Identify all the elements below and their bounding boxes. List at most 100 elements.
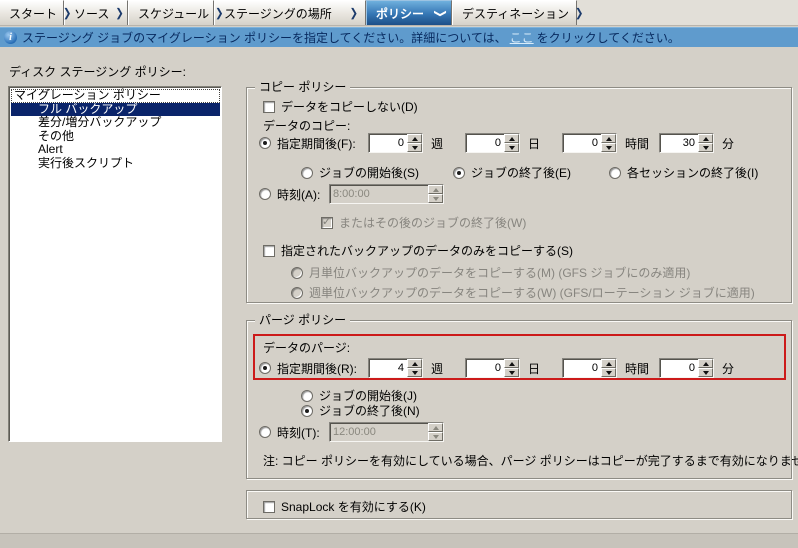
purge-policy-group-title: パージ ポリシー [255, 313, 351, 327]
copy-minutes-spinner[interactable] [659, 133, 714, 153]
spin-up-button [428, 423, 443, 432]
spin-down-button[interactable] [504, 143, 519, 152]
tab-label: スケジュール [138, 6, 210, 21]
info-text: ステージング ジョブのマイグレーション ポリシーを指定してください。詳細について… [22, 31, 507, 45]
spin-up-button[interactable] [407, 134, 422, 143]
purge-hours-input[interactable] [563, 359, 601, 377]
spin-up-button[interactable] [601, 134, 616, 143]
copy-days-spinner[interactable] [465, 133, 520, 153]
tab-staging-location[interactable]: ステージングの場所 [214, 0, 366, 25]
copy-time-field [329, 184, 444, 204]
chevron-down-icon [433, 9, 446, 17]
minutes-unit-label: 分 [722, 136, 735, 151]
copy-monthly-radio [291, 266, 303, 279]
copy-days-input[interactable] [466, 134, 504, 152]
policy-category-list: マイグレーション ポリシー フル バックアップ 差分/増分バックアップ その他 … [8, 86, 222, 442]
bottom-panel-edge [0, 533, 798, 548]
tab-label: ステージングの場所 [224, 6, 332, 21]
copy-time-input [330, 185, 428, 203]
list-item-post-script[interactable]: 実行後スクリプト [11, 156, 220, 171]
purge-at-time-label: 時刻(T): [277, 425, 320, 440]
purge-days-spinner[interactable] [465, 358, 520, 378]
list-item-alert[interactable]: Alert [11, 143, 220, 157]
copy-after-job-end-radio[interactable] [453, 166, 465, 179]
no-copy-checkbox[interactable] [263, 100, 275, 113]
spin-down-button[interactable] [407, 143, 422, 152]
days-unit-label: 日 [528, 361, 541, 376]
spin-up-button[interactable] [504, 134, 519, 143]
purge-days-input[interactable] [466, 359, 504, 377]
copy-weeks-spinner[interactable] [368, 133, 423, 153]
spin-down-button[interactable] [601, 368, 616, 377]
purge-policy-group: パージ ポリシー データのパージ: 指定期間後(R): 週 日 時間 [246, 313, 798, 479]
tab-policy[interactable]: ポリシー [366, 0, 452, 25]
list-item-diff-incr-backup[interactable]: 差分/増分バックアップ [11, 116, 220, 130]
copy-at-time-radio[interactable] [259, 188, 271, 200]
next-arrow-icon [575, 7, 583, 20]
spin-up-button[interactable] [698, 359, 713, 368]
purge-time-input [330, 423, 428, 441]
spin-down-button[interactable] [698, 143, 713, 152]
spin-up-button[interactable] [698, 134, 713, 143]
purge-time-field [329, 422, 444, 442]
copy-minutes-input[interactable] [660, 134, 698, 152]
list-item-migration-policy[interactable]: マイグレーション ポリシー [11, 89, 220, 103]
tab-start[interactable]: スタート [0, 0, 64, 25]
purge-weeks-input[interactable] [369, 359, 407, 377]
copy-policy-group: コピー ポリシー データをコピーしない(D) データのコピー: 指定期間後(F)… [246, 80, 792, 303]
hours-unit-label: 時間 [625, 136, 650, 151]
purge-after-job-start-radio[interactable] [301, 389, 313, 402]
copy-hours-input[interactable] [563, 134, 601, 152]
spin-down-button[interactable] [407, 368, 422, 377]
info-icon: i [4, 31, 17, 44]
tab-label: ポリシー [376, 6, 425, 21]
purge-at-time-radio[interactable] [259, 426, 271, 438]
only-specified-backup-checkbox[interactable] [263, 244, 275, 257]
spin-down-button[interactable] [601, 143, 616, 152]
only-specified-backup-label: 指定されたバックアップのデータのみをコピーする(S) [281, 244, 573, 258]
copy-monthly-label: 月単位バックアップのデータをコピーする(M) (GFS ジョブにのみ適用) [309, 266, 691, 280]
tab-source[interactable]: ソース [64, 0, 128, 25]
copy-after-job-start-label: ジョブの開始後(S) [319, 166, 419, 180]
purge-minutes-input[interactable] [660, 359, 698, 377]
purge-after-period-label: 指定期間後(R): [277, 361, 357, 376]
purge-after-job-end-radio[interactable] [301, 404, 313, 417]
spin-down-button[interactable] [698, 368, 713, 377]
copy-weeks-input[interactable] [369, 134, 407, 152]
help-link[interactable]: ここ [510, 29, 534, 46]
copy-after-job-start-radio[interactable] [301, 166, 313, 179]
next-arrow-icon [350, 7, 358, 20]
minutes-unit-label: 分 [722, 361, 735, 376]
spin-up-button[interactable] [504, 359, 519, 368]
or-after-next-job-checkbox [321, 215, 333, 229]
copy-weekly-radio [291, 286, 303, 299]
tab-label: ソース [74, 6, 110, 21]
purge-note: 注: コピー ポリシーを有効にしている場合、パージ ポリシーはコピーが完了するま… [263, 454, 798, 468]
tab-schedule[interactable]: スケジュール [128, 0, 214, 25]
info-text: をクリックしてください。 [536, 31, 680, 45]
info-banner: i ステージング ジョブのマイグレーション ポリシーを指定してください。詳細につ… [0, 27, 798, 47]
copy-after-period-label: 指定期間後(F): [277, 136, 356, 151]
copy-after-period-radio[interactable] [259, 137, 271, 149]
tab-destination[interactable]: デスティネーション [452, 0, 577, 25]
purge-after-period-radio[interactable] [259, 362, 271, 374]
copy-after-each-session-radio[interactable] [609, 166, 621, 179]
snaplock-checkbox[interactable] [263, 500, 275, 513]
spin-up-button[interactable] [407, 359, 422, 368]
spin-up-button[interactable] [601, 359, 616, 368]
spin-down-button [428, 432, 443, 441]
weeks-unit-label: 週 [431, 361, 444, 376]
list-item-other[interactable]: その他 [11, 129, 220, 144]
next-arrow-icon [215, 7, 223, 20]
purge-minutes-spinner[interactable] [659, 358, 714, 378]
copy-hours-spinner[interactable] [562, 133, 617, 153]
list-item-full-backup[interactable]: フル バックアップ [11, 102, 220, 116]
spin-down-button[interactable] [504, 368, 519, 377]
weeks-unit-label: 週 [431, 136, 444, 151]
spin-down-button [428, 194, 443, 203]
tab-label: スタート [9, 6, 58, 21]
purge-hours-spinner[interactable] [562, 358, 617, 378]
purge-after-job-end-label: ジョブの終了後(N) [319, 404, 420, 418]
purge-weeks-spinner[interactable] [368, 358, 423, 378]
hours-unit-label: 時間 [625, 361, 650, 376]
